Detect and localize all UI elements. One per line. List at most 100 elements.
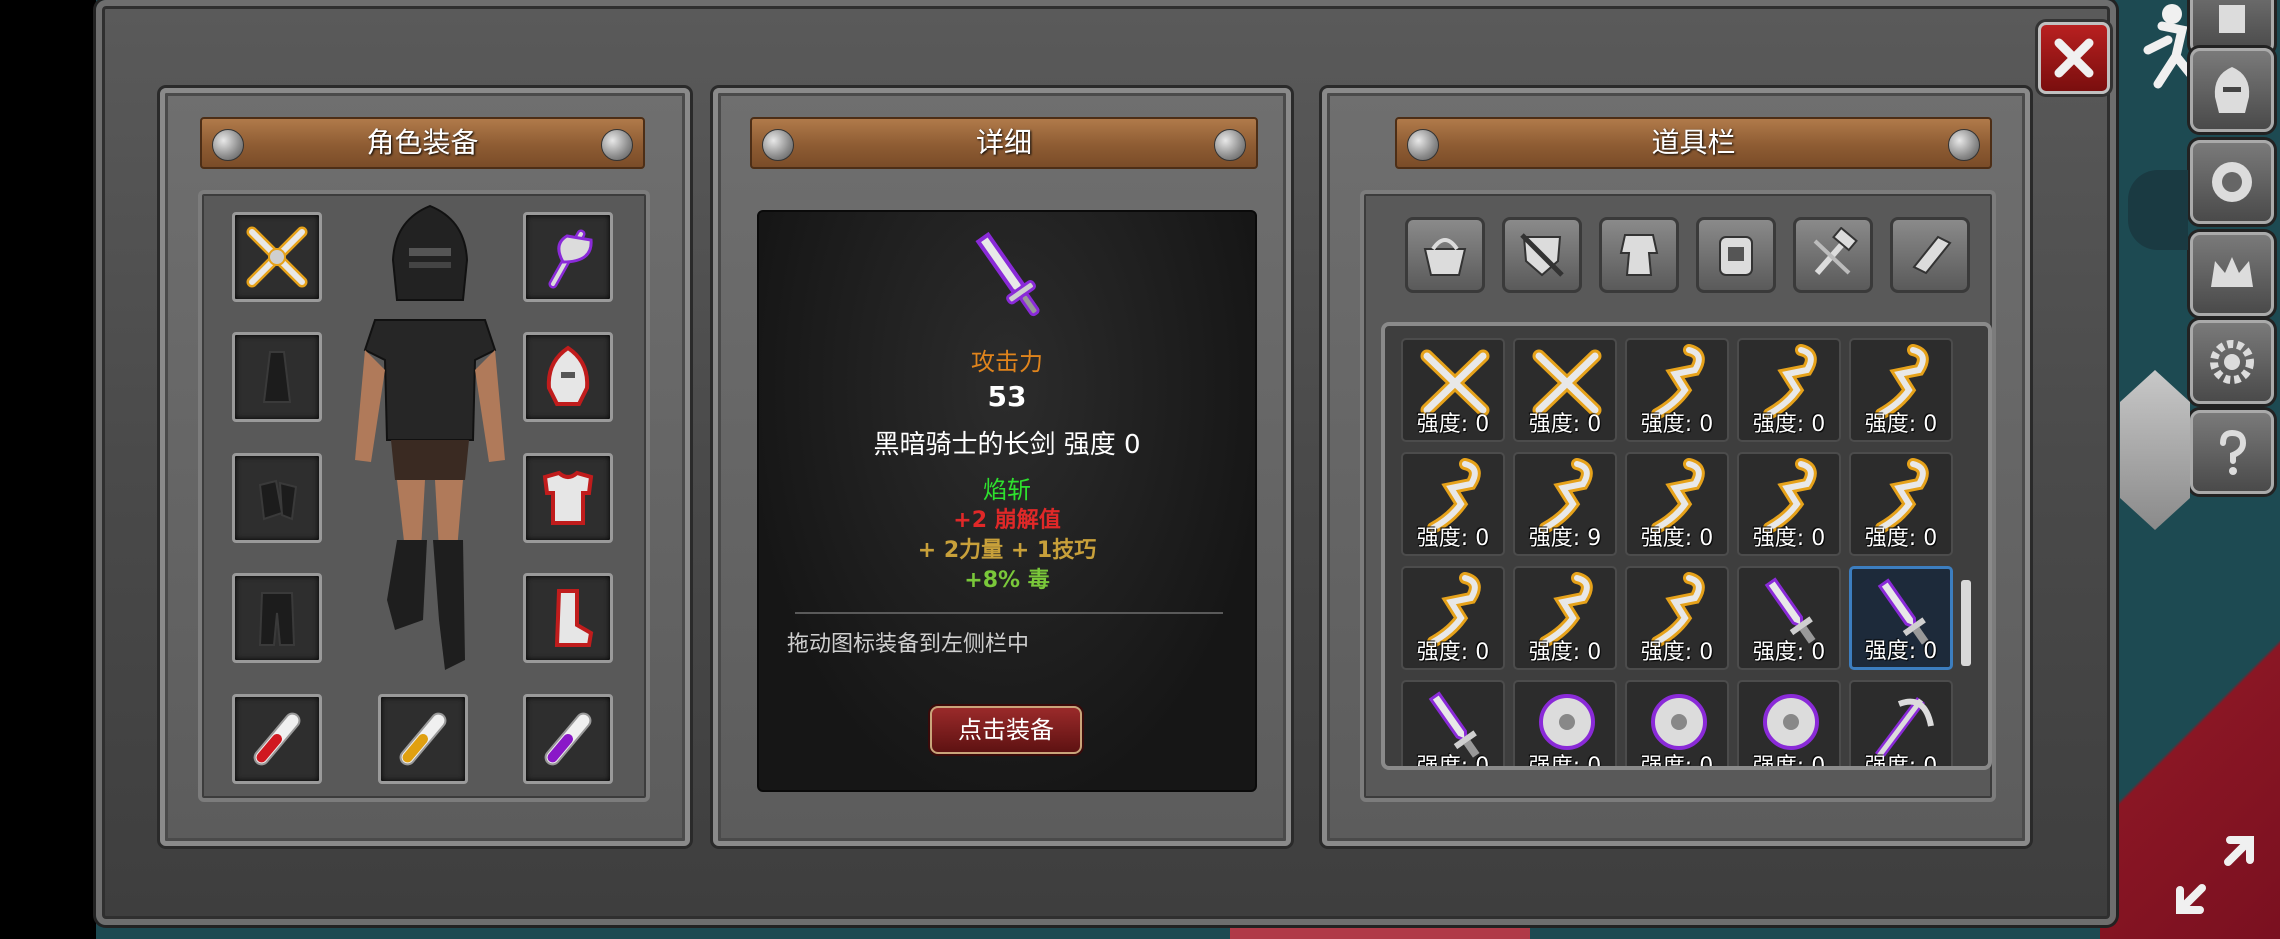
skills-menu-button[interactable] (2190, 140, 2274, 224)
pants-icon (258, 592, 296, 646)
weapon-slot[interactable] (232, 212, 322, 302)
item-durability: 强度: 0 (1640, 412, 1714, 437)
inventory-scrollbar[interactable] (1961, 580, 1971, 666)
item-durability: 强度: 0 (1416, 526, 1490, 551)
inventory-cell-selected[interactable]: 强度: 0 (1849, 566, 1953, 670)
equipment-title: 角色装备 (366, 126, 479, 159)
close-button[interactable] (2038, 22, 2110, 94)
rivet-icon (762, 129, 794, 161)
item-durability: 强度: 0 (1416, 754, 1490, 770)
helmet-icon (546, 345, 590, 406)
help-menu-button[interactable] (2190, 410, 2274, 494)
inventory-cell[interactable]: 强度: 0 (1849, 338, 1953, 442)
item-skill: 焰斩 (983, 476, 1031, 504)
scroll-icon (2219, 5, 2245, 33)
detail-panel-header: 详细 (750, 117, 1258, 169)
inventory-cell[interactable]: 强度: 0 (1625, 452, 1729, 556)
eye-decoration (2128, 170, 2188, 250)
settings-menu-button[interactable] (2190, 320, 2274, 404)
crown-icon (2211, 257, 2253, 287)
inventory-panel-header: 道具栏 (1395, 117, 1992, 169)
item-durability: 强度: 0 (1864, 526, 1938, 551)
inventory-cell[interactable]: 强度: 0 (1737, 452, 1841, 556)
crossed-swords-icon (246, 226, 308, 288)
inventory-cell[interactable]: 强度: 0 (1513, 680, 1617, 770)
pants-slot[interactable] (232, 573, 322, 663)
inventory-cell[interactable]: 强度: 0 (1513, 566, 1617, 670)
shield-decoration (2120, 370, 2190, 530)
inventory-cell[interactable]: 强度: 0 (1737, 338, 1841, 442)
inventory-cell[interactable]: 强度: 0 (1401, 338, 1505, 442)
filter-material-button[interactable] (1793, 217, 1873, 293)
armor-slot[interactable] (523, 453, 613, 543)
divider (795, 612, 1223, 614)
item-durability: 强度: 9 (1528, 526, 1602, 551)
helmet-icon (2214, 67, 2250, 113)
equipment-menu-button[interactable] (2190, 48, 2274, 132)
item-durability: 强度: 0 (1528, 754, 1602, 770)
inventory-cell[interactable]: 强度: 0 (1625, 566, 1729, 670)
basket-icon (1423, 238, 1467, 276)
rivet-icon (1407, 129, 1439, 161)
item-bonus-3: +8% 毒 (964, 568, 1050, 593)
inventory-cell[interactable]: 强度: 0 (1513, 338, 1617, 442)
item-durability: 强度: 0 (1640, 526, 1714, 551)
inventory-grid[interactable]: 强度: 0 强度: 0 强度: 0 强度: 0 强度: 0 强度: 0 强度: … (1381, 322, 1992, 770)
offhand-slot[interactable] (523, 212, 613, 302)
gloves-icon (258, 479, 298, 521)
axe-icon (548, 229, 593, 289)
stat-value: 53 (987, 380, 1027, 413)
filter-basket-button[interactable] (1405, 217, 1485, 293)
resize-icon[interactable] (2170, 830, 2260, 920)
help-icon (2220, 429, 2247, 475)
inventory-cell[interactable]: 强度: 9 (1513, 452, 1617, 556)
close-icon (2054, 38, 2094, 78)
side-menu-top-button[interactable] (2190, 0, 2274, 54)
potion-slot-yellow[interactable] (378, 694, 468, 784)
rivet-icon (1214, 129, 1246, 161)
equip-button[interactable]: 点击装备 (930, 706, 1082, 754)
item-name: 黑暗骑士的长剑 强度 0 (873, 430, 1141, 460)
inventory-cell[interactable]: 强度: 0 (1401, 680, 1505, 770)
hammer-icon (1813, 227, 1858, 275)
equipment-panel-header: 角色装备 (200, 117, 645, 169)
item-durability: 强度: 0 (1528, 412, 1602, 437)
rivet-icon (1948, 129, 1980, 161)
armor-set-icon (1619, 234, 1659, 276)
filter-scroll-button[interactable] (1890, 217, 1970, 293)
inventory-cell[interactable]: 强度: 0 (1625, 680, 1729, 770)
boots-slot[interactable] (523, 573, 613, 663)
achievements-menu-button[interactable] (2190, 232, 2274, 316)
item-durability: 强度: 0 (1640, 640, 1714, 665)
red-potion-icon (253, 712, 301, 766)
filter-weapon-button[interactable] (1502, 217, 1582, 293)
character-model (355, 204, 505, 670)
hint-text: 拖动图标装备到左侧栏中 (787, 632, 1030, 657)
gloves-slot[interactable] (232, 453, 322, 543)
backpack-icon (1719, 236, 1753, 276)
gear-icon (2210, 340, 2254, 384)
inventory-cell[interactable]: 强度: 0 (1849, 452, 1953, 556)
scroll-icon (1912, 235, 1952, 275)
filter-accessory-button[interactable] (1696, 217, 1776, 293)
item-durability: 强度: 0 (1640, 754, 1714, 770)
inventory-cell[interactable]: 强度: 0 (1849, 680, 1953, 770)
cloak-slot[interactable] (232, 332, 322, 422)
stat-label: 攻击力 (971, 348, 1043, 376)
filter-armor-button[interactable] (1599, 217, 1679, 293)
helmet-slot[interactable] (523, 332, 613, 422)
purple-potion-icon (544, 712, 592, 766)
potion-slot-red[interactable] (232, 694, 322, 784)
inventory-cell[interactable]: 强度: 0 (1625, 338, 1729, 442)
inventory-cell[interactable]: 强度: 0 (1401, 452, 1505, 556)
boots-icon (554, 589, 594, 647)
rivet-icon (212, 129, 244, 161)
inventory-cell[interactable]: 强度: 0 (1401, 566, 1505, 670)
item-durability: 强度: 0 (1752, 754, 1826, 770)
potion-slot-purple[interactable] (523, 694, 613, 784)
inventory-cell[interactable]: 强度: 0 (1737, 680, 1841, 770)
item-durability: 强度: 0 (1752, 526, 1826, 551)
item-durability: 强度: 0 (1864, 754, 1938, 770)
item-durability: 强度: 0 (1416, 412, 1490, 437)
inventory-cell[interactable]: 强度: 0 (1737, 566, 1841, 670)
